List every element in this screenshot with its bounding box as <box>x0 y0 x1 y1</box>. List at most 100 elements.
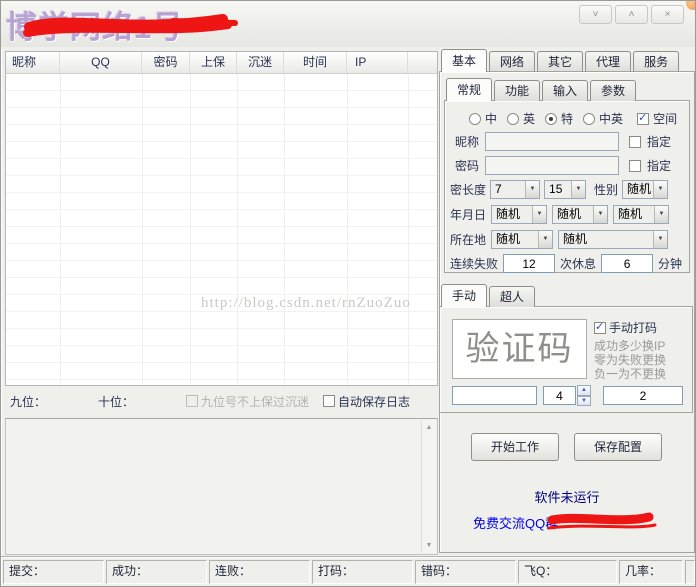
window-title: 博学网络1号 <box>6 2 184 47</box>
qq-group-link[interactable]: 免费交流QQ群 <box>473 513 558 532</box>
minute-label: 分钟 <box>658 255 682 272</box>
subtab-general[interactable]: 常规 <box>446 78 492 101</box>
column-header-ip[interactable]: IP <box>347 52 408 73</box>
maximize-button[interactable]: ˄ <box>615 5 648 24</box>
tab-basic[interactable]: 基本 <box>441 49 487 72</box>
chevron-down-icon[interactable]: ▼ <box>538 231 552 248</box>
password-row: 密码 指定 <box>455 156 671 175</box>
log-scrollbar[interactable]: ▲ ▼ <box>421 420 436 553</box>
captcha-image-text: 验证码 <box>453 320 586 378</box>
app-window: 博学网络1号 ˅ ˄ × 昵称 QQ 密码 上保 沉迷 时间 IP <box>0 0 696 587</box>
count-input[interactable] <box>543 386 576 405</box>
radio-selected-icon[interactable] <box>545 113 557 125</box>
tab-superman[interactable]: 超人 <box>489 286 535 307</box>
gender-dropdown[interactable]: 随机 ▼ <box>622 180 668 199</box>
save-config-button[interactable]: 保存配置 <box>574 433 662 461</box>
subtab-params[interactable]: 参数 <box>590 80 636 101</box>
radio-icon[interactable] <box>507 113 519 125</box>
captcha-image[interactable]: 验证码 <box>452 319 587 379</box>
nickname-row: 昵称 指定 <box>455 132 671 151</box>
tab-service[interactable]: 服务 <box>633 51 679 72</box>
chevron-down-icon[interactable]: ▼ <box>653 181 667 198</box>
radio-icon[interactable] <box>583 113 595 125</box>
column-header-spacer <box>408 52 437 73</box>
chevron-down-icon[interactable]: ▼ <box>532 206 546 223</box>
scroll-down-icon[interactable]: ▼ <box>422 538 436 553</box>
captcha-tab-strip: 手动 超人 <box>441 284 537 307</box>
tab-manual[interactable]: 手动 <box>441 284 487 307</box>
maximize-icon: ˄ <box>629 9 635 20</box>
account-table[interactable]: 昵称 QQ 密码 上保 沉迷 时间 IP <box>5 51 438 386</box>
nickname-input[interactable] <box>485 132 619 151</box>
chevron-down-icon[interactable]: ▼ <box>593 206 607 223</box>
chevron-down-icon[interactable]: ▼ <box>653 231 667 248</box>
space-checkbox[interactable] <box>637 113 649 125</box>
ten-digit-label: 十位： <box>98 393 134 410</box>
nine-no-protect-checkbox[interactable]: 九位号不上保过沉迷 <box>186 393 309 410</box>
ip-change-input[interactable] <box>603 386 683 405</box>
column-header-time[interactable]: 时间 <box>284 52 347 73</box>
minimize-button[interactable]: ˅ <box>579 5 612 24</box>
birth-year-dropdown[interactable]: 随机 ▼ <box>491 205 547 224</box>
space-label[interactable]: 空间 <box>653 110 677 127</box>
manual-code-checkbox[interactable] <box>594 322 606 334</box>
password-input[interactable] <box>485 156 619 175</box>
manual-code-label[interactable]: 手动打码 <box>609 319 657 336</box>
radio-english-label[interactable]: 英 <box>523 110 535 127</box>
column-header-qq[interactable]: QQ <box>60 52 142 73</box>
password-length-max-dropdown[interactable]: 15 ▼ <box>544 180 586 199</box>
tab-network[interactable]: 网络 <box>489 51 535 72</box>
gender-label: 性别 <box>594 181 618 198</box>
table-body[interactable] <box>6 74 437 385</box>
column-header-password[interactable]: 密码 <box>142 52 190 73</box>
general-subtab-page: 中 英 特 中英 空间 昵称 指定 密码 <box>444 100 690 273</box>
count-spinner[interactable]: ▲ ▼ <box>577 385 591 406</box>
scroll-up-icon[interactable]: ▲ <box>422 420 436 435</box>
captcha-input-row: ▲ ▼ <box>452 385 683 406</box>
password-length-row: 密长度 7 ▼ 15 ▼ 性别 随机 ▼ <box>450 180 668 199</box>
continuous-fail-label: 连续失败 <box>450 255 498 272</box>
autosave-log-checkbox[interactable]: 自动保存日志 <box>323 393 410 410</box>
rest-count-input[interactable] <box>601 254 653 273</box>
main-tab-strip: 基本 网络 其它 代理 服务 <box>441 49 681 72</box>
status-losestreak: 连败： <box>209 560 310 584</box>
start-work-button[interactable]: 开始工作 <box>471 433 559 461</box>
birth-month-dropdown[interactable]: 随机 ▼ <box>552 205 608 224</box>
birth-day-dropdown[interactable]: 随机 ▼ <box>613 205 669 224</box>
radio-icon[interactable] <box>469 113 481 125</box>
titlebar: 博学网络1号 ˅ ˄ × <box>1 1 695 47</box>
password-label: 密码 <box>455 157 479 174</box>
location-province-dropdown[interactable]: 随机 ▼ <box>491 230 553 249</box>
specify-password-checkbox[interactable] <box>629 160 641 172</box>
nine-no-protect-label: 九位号不上保过沉迷 <box>201 393 309 410</box>
statusbar-divider <box>1 556 696 558</box>
specify-nickname-checkbox[interactable] <box>629 136 641 148</box>
dropdown-value: 随机 <box>614 206 654 223</box>
charset-radio-row: 中 英 特 中英 空间 <box>469 110 677 127</box>
captcha-answer-input[interactable] <box>452 386 537 405</box>
column-header-protect[interactable]: 上保 <box>190 52 237 73</box>
log-output-box[interactable]: ▲ ▼ <box>5 418 438 555</box>
tab-proxy[interactable]: 代理 <box>585 51 631 72</box>
subtab-function[interactable]: 功能 <box>494 80 540 101</box>
chevron-down-icon[interactable]: ▼ <box>654 206 668 223</box>
column-header-nickname[interactable]: 昵称 <box>6 52 60 73</box>
subtab-input[interactable]: 输入 <box>542 80 588 101</box>
run-status-text: 软件未运行 <box>439 487 695 506</box>
tab-other[interactable]: 其它 <box>537 51 583 72</box>
chevron-down-icon[interactable]: ▼ <box>571 181 585 198</box>
radio-mixed-label[interactable]: 中英 <box>599 110 623 127</box>
table-header[interactable]: 昵称 QQ 密码 上保 沉迷 时间 IP <box>6 52 437 74</box>
spinner-down-icon[interactable]: ▼ <box>577 396 591 407</box>
radio-chinese-label[interactable]: 中 <box>485 110 497 127</box>
close-icon: × <box>665 9 671 20</box>
password-length-min-dropdown[interactable]: 7 ▼ <box>490 180 540 199</box>
spinner-up-icon[interactable]: ▲ <box>577 385 591 396</box>
close-button[interactable]: × <box>651 5 684 24</box>
radio-special-label[interactable]: 特 <box>561 110 573 127</box>
location-row: 所在地 随机 ▼ 随机 ▼ <box>450 230 668 249</box>
fail-count-input[interactable] <box>503 254 555 273</box>
chevron-down-icon[interactable]: ▼ <box>525 181 539 198</box>
location-city-dropdown[interactable]: 随机 ▼ <box>558 230 668 249</box>
column-header-limit[interactable]: 沉迷 <box>237 52 284 73</box>
